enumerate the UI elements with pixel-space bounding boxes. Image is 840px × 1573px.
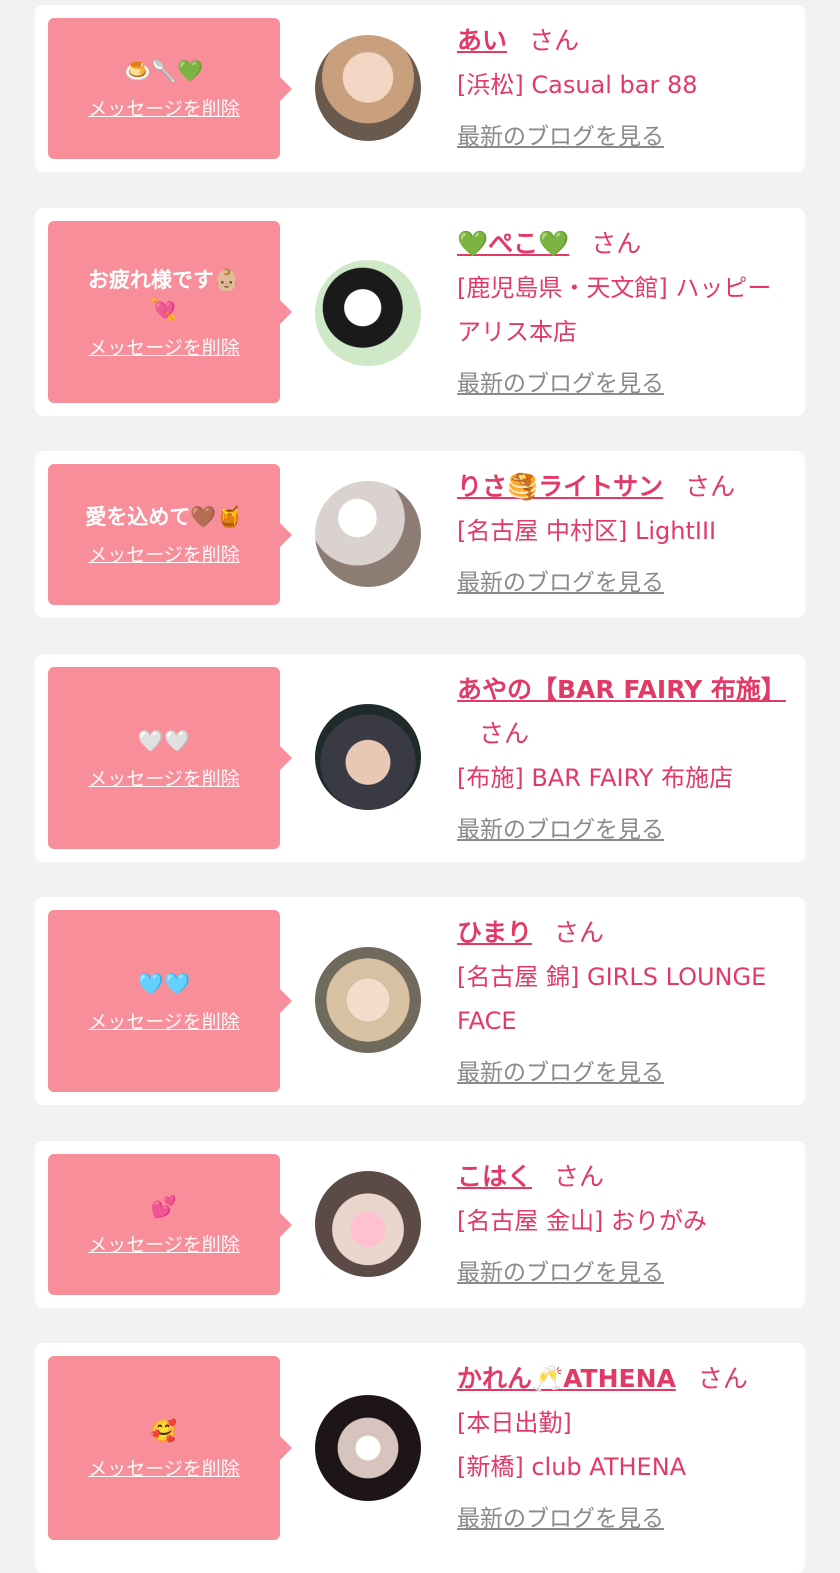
message-card: 🥰 メッセージを削除 かれん🥂ATHENA さん [本日出勤] [新橋] club… <box>35 1343 805 1573</box>
message-card: お疲れ様です👶🏼 💘 メッセージを削除 💚ぺこ💚 さん [鹿児島県・天文館] ハッ… <box>35 208 805 416</box>
cast-name-link[interactable]: 💚ぺこ💚 <box>457 229 569 258</box>
cast-info: かれん🥂ATHENA さん [本日出勤] [新橋] club ATHENA 最新の… <box>457 1357 792 1539</box>
cast-info: ひまり さん [名古屋 錦] GIRLS LOUNGE FACE 最新のブログを見… <box>457 911 792 1093</box>
message-text: 💕 <box>150 1195 178 1219</box>
avatar[interactable] <box>315 1395 421 1501</box>
delete-message-link[interactable]: メッセージを削除 <box>88 333 240 360</box>
message-bubble: 🩵🩵 メッセージを削除 <box>48 910 292 1092</box>
blog-link[interactable]: 最新のブログを見る <box>457 1053 792 1093</box>
avatar[interactable] <box>315 35 421 141</box>
message-card: 💕 メッセージを削除 こはく さん [名古屋 金山] おりがみ 最新のブログを見る <box>35 1141 805 1308</box>
honorific: さん <box>554 918 605 947</box>
blog-link[interactable]: 最新のブログを見る <box>457 563 792 603</box>
message-bubble: 🤍🤍 メッセージを削除 <box>48 667 292 849</box>
message-text: 🩵🩵 <box>137 971 191 996</box>
message-bubble: 💕 メッセージを削除 <box>48 1154 292 1295</box>
message-text: お疲れ様です👶🏼 💘 <box>87 267 241 322</box>
blog-link[interactable]: 最新のブログを見る <box>457 810 792 850</box>
message-card: 🩵🩵 メッセージを削除 ひまり さん [名古屋 錦] GIRLS LOUNGE F… <box>35 897 805 1105</box>
cast-name-link[interactable]: あい <box>457 26 507 55</box>
message-bubble: 🍮🥄💚 メッセージを削除 <box>48 18 292 159</box>
honorific: さん <box>529 26 580 55</box>
honorific: さん <box>697 1364 748 1393</box>
cast-info: りさ🥞ライトサン さん [名古屋 中村区] LightIII 最新のブログを見る <box>457 465 792 603</box>
cast-info: あやの【BAR FAIRY 布施】さん [布施] BAR FAIRY 布施店 最… <box>457 668 792 850</box>
cast-info: こはく さん [名古屋 金山] おりがみ 最新のブログを見る <box>457 1155 792 1293</box>
avatar[interactable] <box>315 1171 421 1277</box>
cast-name-link[interactable]: かれん🥂ATHENA <box>457 1364 676 1393</box>
message-card: 🍮🥄💚 メッセージを削除 あい さん [浜松] Casual bar 88 最新の… <box>35 5 805 172</box>
message-text: 🤍🤍 <box>137 728 191 753</box>
honorific: さん <box>554 1162 605 1191</box>
delete-message-link[interactable]: メッセージを削除 <box>88 1007 240 1034</box>
shop-line: [鹿児島県・天文館] ハッピーアリス本店 <box>457 274 772 346</box>
shop-line: [浜松] Casual bar 88 <box>457 71 698 99</box>
blog-link[interactable]: 最新のブログを見る <box>457 1499 792 1539</box>
cast-info: あい さん [浜松] Casual bar 88 最新のブログを見る <box>457 19 792 157</box>
cast-name-link[interactable]: こはく <box>457 1162 532 1191</box>
shop-line: [布施] BAR FAIRY 布施店 <box>457 764 734 792</box>
delete-message-link[interactable]: メッセージを削除 <box>88 1230 240 1257</box>
message-bubble: 愛を込めて🤎🍯 メッセージを削除 <box>48 464 292 605</box>
honorific: さん <box>685 472 736 501</box>
message-card: 愛を込めて🤎🍯 メッセージを削除 りさ🥞ライトサン さん [名古屋 中村区] Li… <box>35 451 805 618</box>
avatar[interactable] <box>315 260 421 366</box>
delete-message-link[interactable]: メッセージを削除 <box>88 94 240 121</box>
cast-info: 💚ぺこ💚 さん [鹿児島県・天文館] ハッピーアリス本店 最新のブログを見る <box>457 222 792 404</box>
status-line: [本日出勤] <box>457 1409 572 1437</box>
cast-name-link[interactable]: りさ🥞ライトサン <box>457 472 663 501</box>
cast-name-link[interactable]: あやの【BAR FAIRY 布施】 <box>457 675 786 704</box>
message-card: 🤍🤍 メッセージを削除 あやの【BAR FAIRY 布施】さん [布施] BAR… <box>35 654 805 862</box>
shop-line: [新橋] club ATHENA <box>457 1453 687 1481</box>
message-text: 愛を込めて🤎🍯 <box>85 505 243 529</box>
shop-line: [名古屋 錦] GIRLS LOUNGE FACE <box>457 963 767 1035</box>
blog-link[interactable]: 最新のブログを見る <box>457 117 792 157</box>
delete-message-link[interactable]: メッセージを削除 <box>88 540 240 567</box>
delete-message-link[interactable]: メッセージを削除 <box>88 1454 240 1481</box>
honorific: さん <box>479 719 530 748</box>
delete-message-link[interactable]: メッセージを削除 <box>88 764 240 791</box>
message-text: 🍮🥄💚 <box>124 59 204 83</box>
shop-line: [名古屋 中村区] LightIII <box>457 517 717 545</box>
message-text: 🥰 <box>150 1418 178 1443</box>
shop-line: [名古屋 金山] おりがみ <box>457 1207 707 1235</box>
cast-name-link[interactable]: ひまり <box>457 918 532 947</box>
message-bubble: お疲れ様です👶🏼 💘 メッセージを削除 <box>48 221 292 403</box>
message-bubble: 🥰 メッセージを削除 <box>48 1356 292 1540</box>
avatar[interactable] <box>315 704 421 810</box>
honorific: さん <box>591 229 642 258</box>
avatar[interactable] <box>315 947 421 1053</box>
blog-link[interactable]: 最新のブログを見る <box>457 364 792 404</box>
blog-link[interactable]: 最新のブログを見る <box>457 1253 792 1293</box>
avatar[interactable] <box>315 481 421 587</box>
